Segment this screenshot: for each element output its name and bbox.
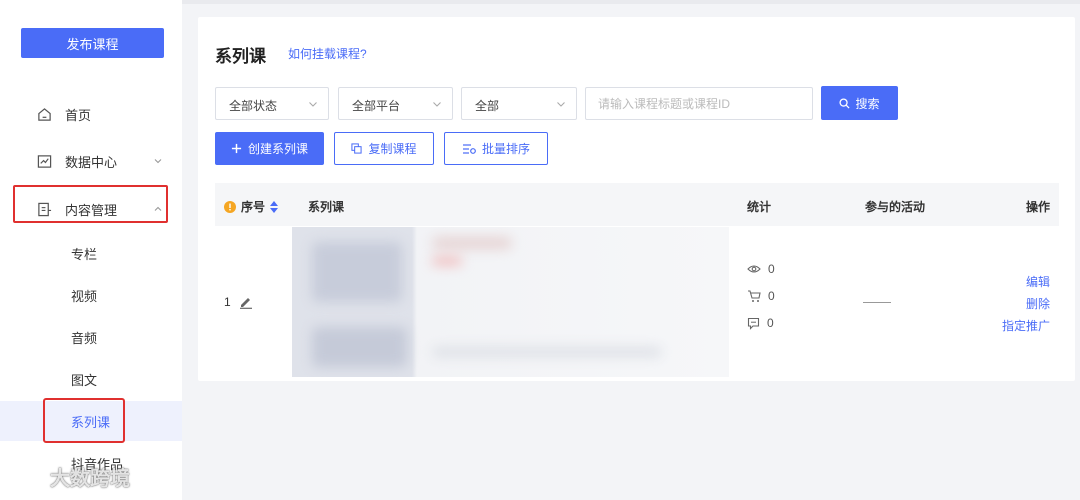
cart-stat: 0 (747, 289, 775, 303)
search-button-label: 搜索 (855, 96, 880, 111)
platform-select-value: 全部平台 (352, 99, 401, 113)
sidebar-subitem-series[interactable]: 系列课 (0, 401, 182, 441)
sidebar-subitem-label: 系列课 (71, 414, 111, 430)
course-thumbnail-blurred[interactable] (292, 227, 729, 377)
index-column-label: 序号 (241, 200, 266, 214)
edit-pencil-icon[interactable] (239, 295, 253, 309)
stats-column-header: 统计 (747, 200, 772, 214)
batch-sort-button[interactable]: 批量排序 (444, 132, 548, 165)
sidebar-subitem-video[interactable]: 视频 (0, 275, 182, 315)
watermark-logo-icon (11, 465, 45, 486)
sidebar-item-label: 内容管理 (65, 202, 118, 218)
help-link[interactable]: 如何挂载课程? (288, 45, 367, 62)
comment-icon (747, 317, 760, 330)
watermark: 大数跨境 (8, 462, 130, 491)
search-button[interactable]: 搜索 (821, 86, 898, 120)
sidebar-item-label: 数据中心 (65, 154, 118, 170)
page-title: 系列课 (215, 47, 266, 66)
copy-course-label: 复制课程 (368, 142, 417, 156)
sidebar-subitem-audio[interactable]: 音频 (0, 317, 182, 357)
chevron-down-icon (433, 102, 441, 107)
top-bar (182, 0, 1080, 4)
activity-column-header: 参与的活动 (865, 200, 926, 214)
course-column-header: 系列课 (308, 200, 345, 214)
sidebar-subitem-label: 视频 (71, 288, 98, 304)
chevron-down-icon (309, 102, 317, 107)
sidebar: 发布课程 首页 数据中心 内容管理 专栏 视频 音频 图文 系列课 抖音作品 (0, 0, 182, 500)
row-index-cell: 1 (224, 295, 253, 309)
table-header: 序号 系列课 统计 参与的活动 操作 (215, 183, 1059, 226)
search-icon (839, 97, 851, 109)
edit-link[interactable]: 编辑 (1026, 273, 1050, 290)
document-icon (38, 202, 52, 216)
chevron-up-icon (154, 206, 162, 211)
blur-block (312, 242, 402, 302)
sidebar-item-content-management[interactable]: 内容管理 (0, 189, 182, 229)
batch-sort-label: 批量排序 (481, 142, 530, 156)
sidebar-item-data-center[interactable]: 数据中心 (0, 141, 182, 181)
blur-block (432, 347, 662, 357)
copy-icon (351, 143, 363, 154)
plus-icon (231, 143, 242, 154)
sort-settings-icon (462, 143, 476, 154)
assign-promotion-link[interactable]: 指定推广 (1002, 317, 1050, 334)
table-row: 1 0 0 0 编辑 删除 指定推广 (215, 226, 1059, 378)
delete-link[interactable]: 删除 (1026, 295, 1050, 312)
sidebar-subitem-label: 音频 (71, 330, 98, 346)
row-index: 1 (224, 295, 231, 309)
sidebar-subitem-article[interactable]: 图文 (0, 359, 182, 399)
status-select-value: 全部状态 (229, 99, 278, 113)
search-input[interactable] (585, 87, 813, 120)
views-count: 0 (768, 262, 775, 276)
watermark-text: 大数跨境 (50, 468, 130, 490)
sidebar-subitem-label: 专栏 (71, 246, 98, 262)
warning-icon (224, 200, 236, 213)
blur-block (312, 327, 407, 367)
chart-icon (37, 154, 52, 168)
publish-course-button[interactable]: 发布课程 (21, 28, 164, 58)
sidebar-item-home[interactable]: 首页 (0, 94, 182, 134)
cart-icon (748, 289, 761, 302)
views-stat: 0 (747, 262, 775, 276)
create-series-label: 创建系列课 (247, 142, 308, 156)
chevron-down-icon (557, 102, 565, 107)
blur-block (432, 257, 462, 265)
platform-select[interactable]: 全部平台 (338, 87, 453, 120)
activity-empty-dash (863, 302, 891, 303)
sidebar-item-label: 首页 (65, 107, 92, 123)
main-card: 系列课 如何挂载课程? 全部状态 全部平台 全部 搜索 创建系列课 (198, 17, 1075, 381)
comments-stat: 0 (747, 316, 774, 330)
copy-course-button[interactable]: 复制课程 (334, 132, 434, 165)
chevron-down-icon (154, 159, 162, 164)
type-select-value: 全部 (475, 99, 500, 113)
index-column-header[interactable]: 序号 (224, 198, 279, 215)
ops-column-header: 操作 (1025, 200, 1050, 214)
cart-count: 0 (768, 289, 775, 303)
blur-block (432, 237, 512, 249)
sort-icon[interactable] (270, 200, 279, 213)
sidebar-subitem-column[interactable]: 专栏 (0, 233, 182, 273)
sidebar-subitem-label: 图文 (71, 372, 98, 388)
status-select[interactable]: 全部状态 (215, 87, 329, 120)
home-icon (38, 107, 51, 121)
comments-count: 0 (767, 316, 774, 330)
type-select[interactable]: 全部 (461, 87, 577, 120)
create-series-button[interactable]: 创建系列课 (215, 132, 324, 165)
eye-icon (747, 265, 761, 273)
